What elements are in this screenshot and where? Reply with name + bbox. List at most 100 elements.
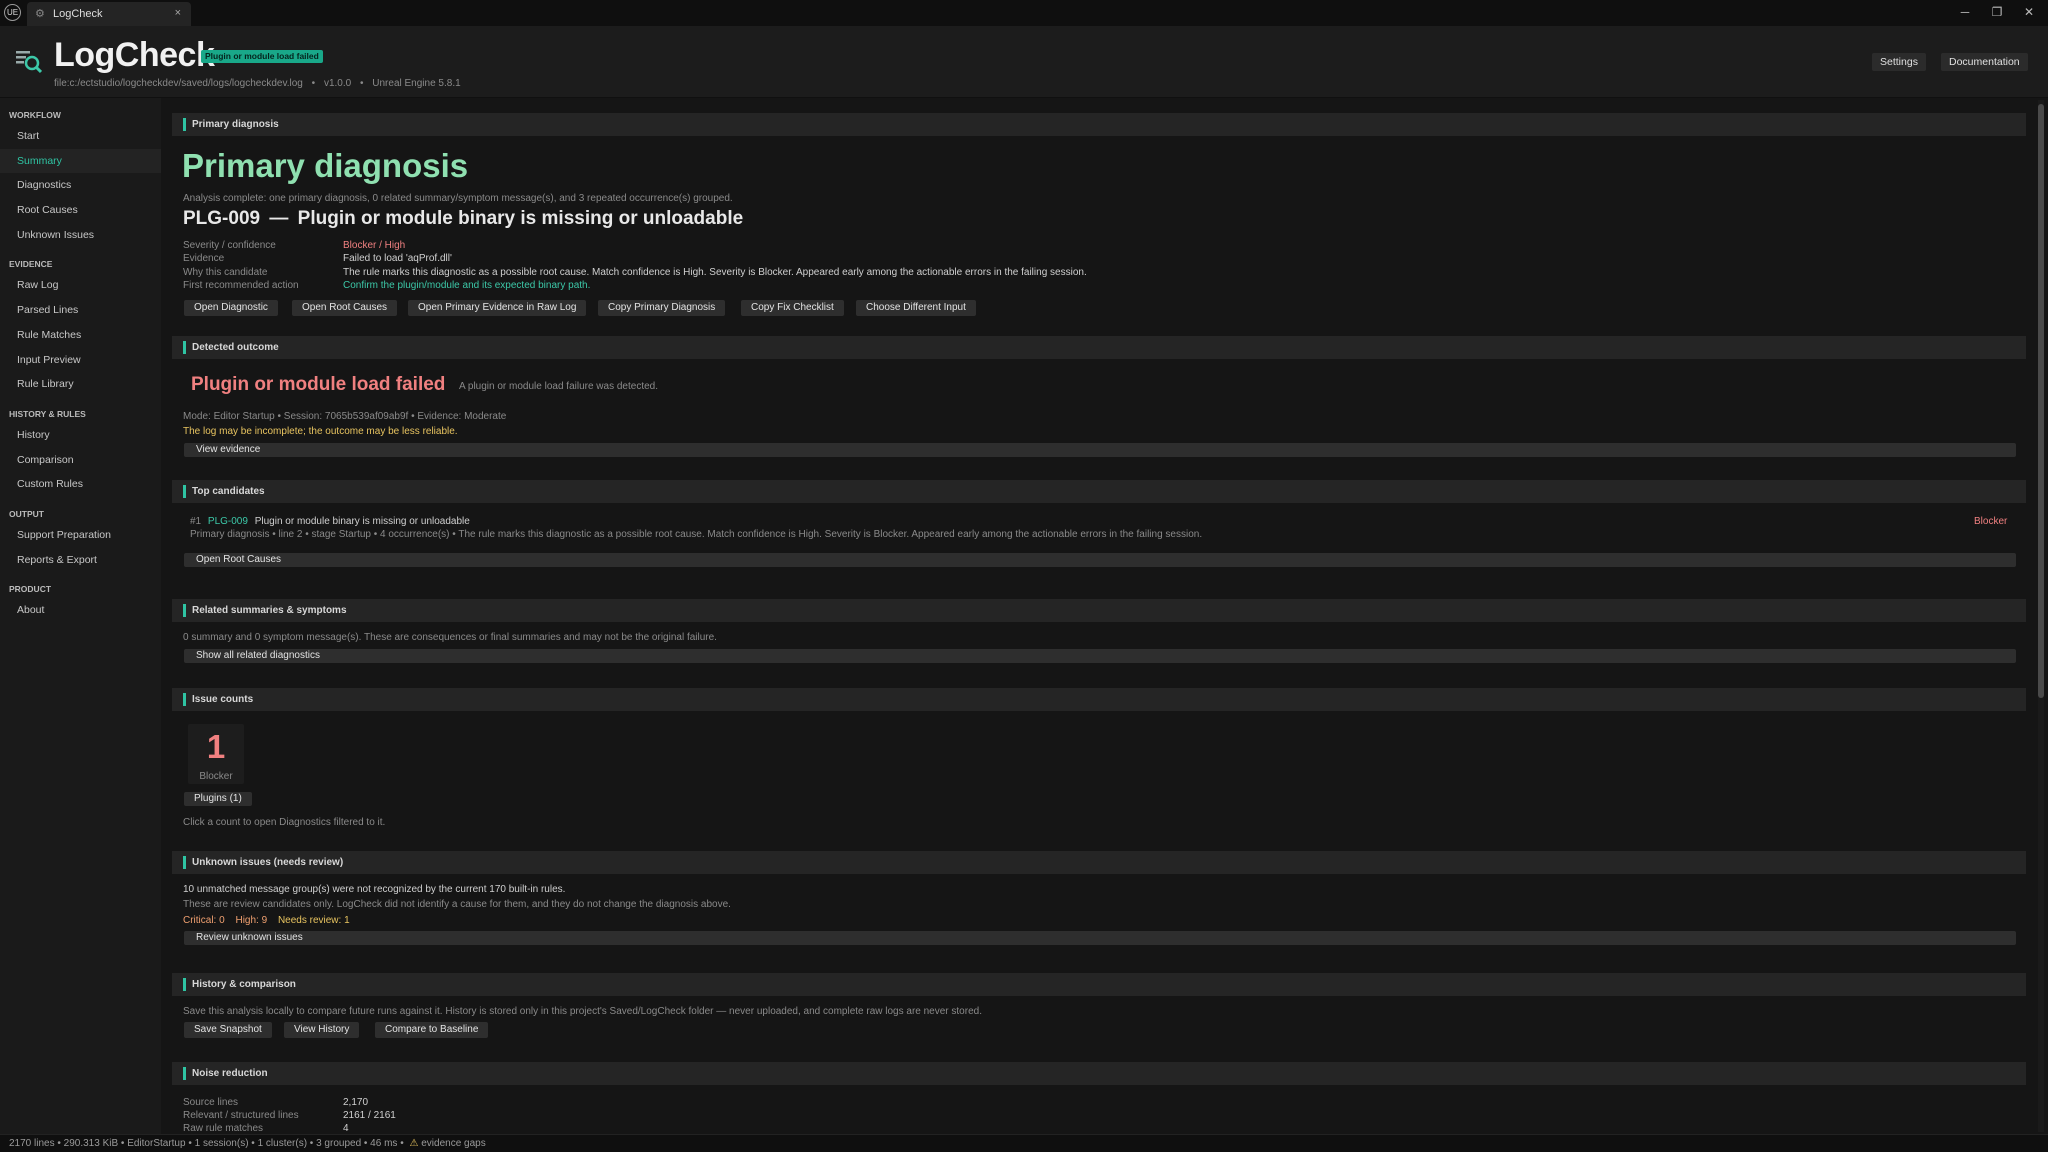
candidate-row[interactable]: #1 PLG-009 Plugin or module binary is mi…	[190, 516, 470, 527]
primary-diagnosis-title: PLG-009 — Plugin or module binary is mis…	[183, 208, 743, 230]
sidebar-item-reports-export[interactable]: Reports & Export	[0, 548, 161, 573]
app-window: UE ⚙ LogCheck × ─ ❐ ✕ LogCheck Plugin or…	[0, 0, 2048, 1152]
blocker-count-value: 1	[206, 728, 226, 765]
separator: •	[311, 78, 316, 89]
sidebar-group-history-rules: HISTORY & RULES	[9, 408, 86, 419]
title-dash: —	[269, 208, 289, 229]
settings-button[interactable]: Settings	[1872, 53, 1926, 71]
plugins-filter-button[interactable]: Plugins (1)	[184, 792, 252, 806]
related-summaries-section: Related summaries & symptoms 0 summary a…	[172, 599, 2026, 669]
high-count: High: 9	[235, 915, 268, 926]
history-text: Save this analysis locally to compare fu…	[183, 1006, 982, 1017]
section-header: Issue counts	[172, 688, 2026, 711]
incomplete-log-warning: The log may be incomplete; the outcome m…	[183, 426, 458, 437]
critical-count: Critical: 0	[183, 915, 225, 926]
main-content: Primary diagnosis Primary diagnosis Anal…	[172, 110, 2027, 1134]
primary-heading: Primary diagnosis	[182, 147, 469, 184]
diagnosis-title: Plugin or module binary is missing or un…	[297, 208, 744, 229]
section-title: Noise reduction	[192, 1068, 268, 1079]
counts-hint: Click a count to open Diagnostics filter…	[183, 817, 386, 828]
sidebar-item-input-preview[interactable]: Input Preview	[0, 348, 161, 373]
sidebar-item-about[interactable]: About	[0, 598, 161, 623]
relevant-lines-value: 2161 / 2161	[343, 1110, 396, 1121]
raw-rule-matches-label: Raw rule matches	[183, 1123, 264, 1134]
status-bar: 2170 lines • 290.313 KiB • EditorStartup…	[0, 1134, 2048, 1152]
section-title: Unknown issues (needs review)	[192, 857, 344, 868]
recommended-action-link[interactable]: Confirm the plugin/module and its expect…	[343, 280, 590, 291]
why-value: The rule marks this diagnostic as a poss…	[343, 267, 1087, 278]
sidebar-item-root-causes[interactable]: Root Causes	[0, 198, 161, 223]
choose-different-input-button[interactable]: Choose Different Input	[856, 300, 976, 316]
sidebar-item-rule-library[interactable]: Rule Library	[0, 372, 161, 397]
status-badge: Plugin or module load failed	[201, 50, 323, 63]
candidate-rank: #1	[190, 516, 202, 527]
unknown-line1: 10 unmatched message group(s) were not r…	[183, 884, 566, 895]
sidebar-item-comparison[interactable]: Comparison	[0, 448, 161, 473]
documentation-button[interactable]: Documentation	[1941, 53, 2028, 71]
sidebar-item-rule-matches[interactable]: Rule Matches	[0, 323, 161, 348]
sidebar-item-raw-log[interactable]: Raw Log	[0, 273, 161, 298]
open-primary-evidence-button[interactable]: Open Primary Evidence in Raw Log	[408, 300, 587, 316]
section-header: Primary diagnosis	[172, 113, 2026, 136]
unknown-issues-section: Unknown issues (needs review) 10 unmatch…	[172, 851, 2026, 961]
sidebar-item-custom-rules[interactable]: Custom Rules	[0, 472, 161, 497]
evidence-value: Failed to load 'aqProf.dll'	[343, 253, 452, 264]
maximize-icon[interactable]: ❐	[1982, 2, 2012, 22]
noise-reduction-section: Noise reduction Source lines 2,170 Relev…	[172, 1062, 2026, 1134]
severity-label: Severity / confidence	[183, 240, 276, 251]
sidebar-group-output: OUTPUT	[9, 508, 44, 519]
tab-title: LogCheck	[53, 8, 103, 20]
section-header: Noise reduction	[172, 1062, 2026, 1085]
blocker-count-card[interactable]: 1 Blocker	[188, 724, 244, 784]
issue-counts-section: Issue counts 1 Blocker Plugins (1) Click…	[172, 688, 2026, 828]
warning-icon: ⚠	[409, 1138, 419, 1149]
top-candidates-section: Top candidates #1 PLG-009 Plugin or modu…	[172, 480, 2026, 590]
title-bar: UE ⚙ LogCheck × ─ ❐ ✕	[0, 0, 2048, 26]
unreal-logo-icon[interactable]: UE	[4, 4, 21, 21]
sidebar-item-diagnostics[interactable]: Diagnostics	[0, 173, 161, 198]
section-header: Unknown issues (needs review)	[172, 851, 2026, 874]
candidate-severity: Blocker	[1974, 516, 2008, 527]
evidence-gaps-label[interactable]: evidence gaps	[421, 1138, 486, 1149]
severity-value: Blocker / High	[343, 240, 406, 251]
open-root-causes-button[interactable]: Open Root Causes	[292, 300, 398, 316]
review-unknown-issues-button[interactable]: Review unknown issues	[184, 931, 2016, 945]
save-snapshot-button[interactable]: Save Snapshot	[184, 1022, 272, 1038]
sidebar-group-product: PRODUCT	[9, 584, 52, 595]
action-label: First recommended action	[183, 280, 299, 291]
app-header: LogCheck Plugin or module load failed fi…	[0, 26, 2048, 98]
scrollbar-thumb[interactable]	[2038, 104, 2044, 698]
unknown-severity-counts: Critical: 0 High: 9 Needs review: 1	[183, 915, 350, 926]
source-lines-value: 2,170	[343, 1097, 369, 1108]
source-lines-label: Source lines	[183, 1097, 239, 1108]
copy-fix-checklist-button[interactable]: Copy Fix Checklist	[741, 300, 844, 316]
sidebar-item-history[interactable]: History	[0, 423, 161, 448]
close-window-icon[interactable]: ✕	[2014, 2, 2044, 22]
diagnosis-code: PLG-009	[183, 208, 261, 229]
copy-primary-diagnosis-button[interactable]: Copy Primary Diagnosis	[598, 300, 726, 316]
sidebar: WORKFLOW Start Summary Diagnostics Root …	[0, 98, 161, 1134]
primary-diagnosis-section: Primary diagnosis Primary diagnosis Anal…	[172, 113, 2026, 316]
sidebar-item-parsed-lines[interactable]: Parsed Lines	[0, 298, 161, 323]
section-title: Top candidates	[192, 486, 265, 497]
unknown-line2: These are review candidates only. LogChe…	[183, 899, 731, 910]
section-title: Primary diagnosis	[192, 119, 279, 130]
compare-to-baseline-button[interactable]: Compare to Baseline	[375, 1022, 489, 1038]
detected-outcome-section: Detected outcome Plugin or module load f…	[172, 336, 2026, 466]
open-root-causes-candidate-button[interactable]: Open Root Causes	[184, 553, 2016, 567]
view-evidence-button[interactable]: View evidence	[184, 443, 2016, 457]
sidebar-item-unknown-issues[interactable]: Unknown Issues	[0, 223, 161, 248]
outcome-meta: Mode: Editor Startup • Session: 7065b539…	[183, 411, 507, 422]
sidebar-item-start[interactable]: Start	[0, 124, 161, 149]
candidate-code: PLG-009	[207, 516, 248, 527]
show-related-diagnostics-button[interactable]: Show all related diagnostics	[184, 649, 2016, 663]
sidebar-item-support-preparation[interactable]: Support Preparation	[0, 523, 161, 548]
header-subline: file:c:/ectstudio/logcheckdev/saved/logs…	[54, 78, 467, 89]
sidebar-item-summary[interactable]: Summary	[0, 148, 161, 174]
tab-close-icon[interactable]: ×	[175, 7, 181, 19]
open-diagnostic-button[interactable]: Open Diagnostic	[184, 300, 278, 316]
minimize-icon[interactable]: ─	[1950, 2, 1980, 22]
view-history-button[interactable]: View History	[284, 1022, 360, 1038]
document-tab[interactable]: ⚙ LogCheck ×	[27, 2, 191, 26]
section-header: History & comparison	[172, 973, 2026, 996]
